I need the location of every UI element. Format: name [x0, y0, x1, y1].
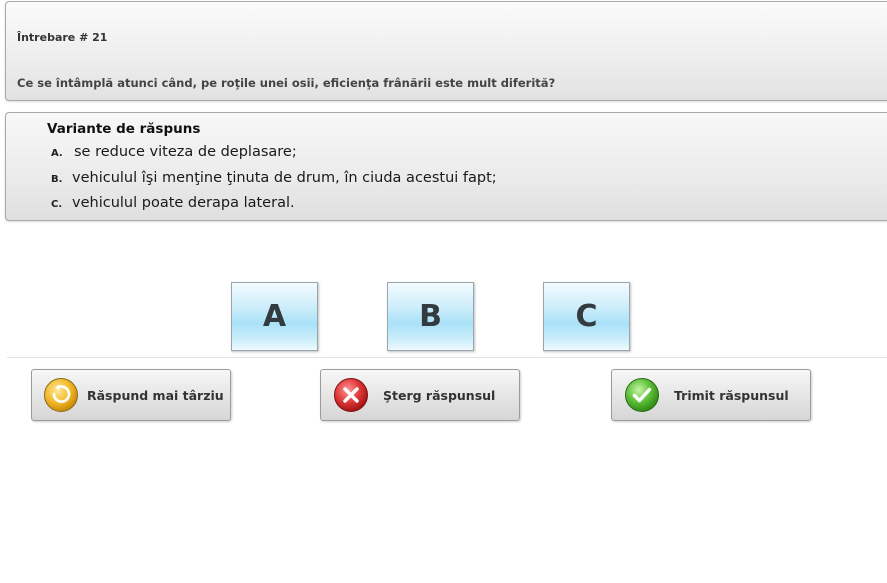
answer-later-label: Răspund mai târziu: [87, 387, 224, 403]
answers-heading: Variante de răspuns: [47, 121, 201, 137]
delete-answer-label: Şterg răspunsul: [383, 387, 496, 403]
answer-letter: B.: [51, 174, 63, 185]
question-number: Întrebare # 21: [17, 31, 108, 44]
question-panel: Întrebare # 21 Ce se întâmplă atunci cân…: [5, 1, 887, 101]
answer-later-button[interactable]: Răspund mai târziu: [31, 369, 231, 421]
answer-text: vehiculul îşi menţine ţinuta de drum, în…: [72, 170, 497, 186]
answer-letter: C.: [51, 199, 63, 210]
choice-a-label: A: [262, 299, 287, 334]
answer-text: vehiculul poate derapa lateral.: [72, 195, 295, 211]
delete-answer-button[interactable]: Şterg răspunsul: [320, 369, 520, 421]
close-icon: [333, 377, 369, 413]
choice-b-label: B: [419, 299, 442, 334]
choice-c-label: C: [575, 299, 598, 334]
choice-b-button[interactable]: B: [387, 282, 474, 351]
choice-c-button[interactable]: C: [543, 282, 630, 351]
answer-option-b: B. vehiculul îşi menţine ţinuta de drum,…: [51, 170, 497, 186]
answer-text: se reduce viteza de deplasare;: [74, 144, 297, 160]
check-icon: [624, 377, 660, 413]
answer-letter: A.: [51, 148, 63, 159]
submit-answer-label: Trimit răspunsul: [674, 387, 789, 403]
question-text: Ce se întâmplă atunci când, pe roţile un…: [17, 76, 556, 90]
submit-answer-button[interactable]: Trimit răspunsul: [611, 369, 811, 421]
clock-refresh-icon: [43, 377, 79, 413]
answers-panel: Variante de răspuns A. se reduce viteza …: [5, 112, 887, 221]
answer-option-a: A. se reduce viteza de deplasare;: [51, 144, 297, 160]
choice-a-button[interactable]: A: [231, 282, 318, 351]
answer-option-c: C. vehiculul poate derapa lateral.: [51, 195, 295, 211]
quiz-page: Întrebare # 21 Ce se întâmplă atunci cân…: [0, 0, 887, 583]
divider: [7, 357, 887, 358]
